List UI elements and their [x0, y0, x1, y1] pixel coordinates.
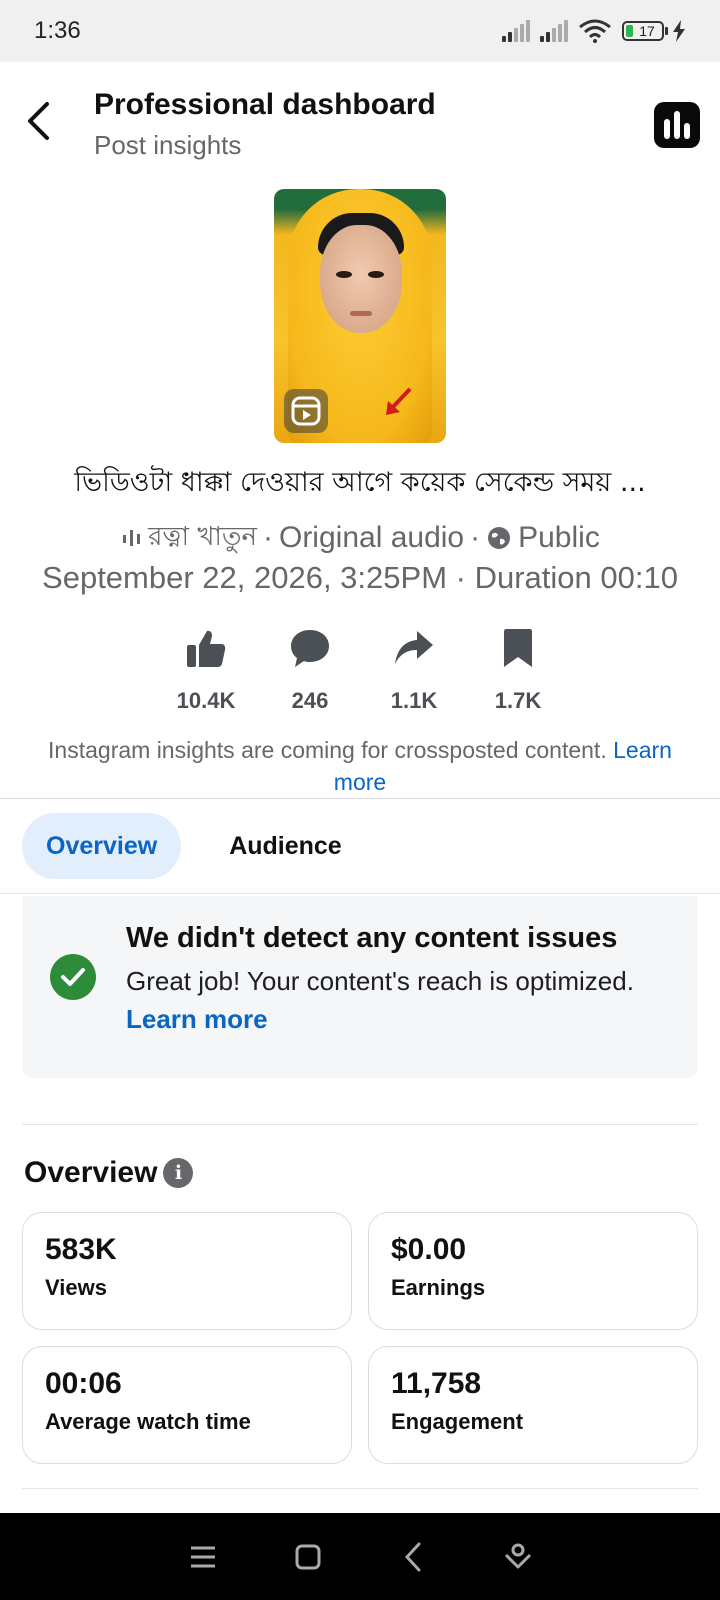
home-square-icon: [295, 1544, 320, 1569]
metric-card-earnings[interactable]: $0.00 Earnings: [368, 1212, 698, 1330]
stat-reactions[interactable]: 10.4K: [162, 624, 250, 720]
stat-comments[interactable]: 246: [266, 624, 354, 720]
app-header: Professional dashboard Post insights: [0, 62, 720, 174]
post-date: September 22, 2026, 3:25PM: [42, 560, 448, 595]
metric-card-engagement[interactable]: 11,758 Engagement: [368, 1346, 698, 1464]
metric-value: $0.00: [391, 1233, 467, 1266]
charging-icon: [673, 20, 685, 42]
post-date-line: September 22, 2026, 3:25PM · Duration 00…: [42, 560, 678, 595]
issues-body: Great job! Your content's reach is optim…: [126, 962, 666, 1038]
stat-saves[interactable]: 1.7K: [474, 624, 562, 720]
assistant-button[interactable]: [488, 1527, 548, 1587]
stat-value: 10.4K: [176, 688, 236, 713]
share-icon: [395, 631, 433, 664]
metric-card-watch-time[interactable]: 00:06 Average watch time: [22, 1346, 352, 1464]
metric-label: Average watch time: [45, 1409, 251, 1434]
post-duration: Duration 00:10: [474, 560, 678, 595]
metric-label: Engagement: [391, 1409, 524, 1434]
post-caption: ভিডিওটা ধাক্কা দেওয়ার আগে কয়েক সেকেন্ড…: [74, 467, 646, 498]
content-issues-card: We didn't detect any content issues Grea…: [22, 896, 698, 1078]
notice-text: Instagram insights are coming for crossp…: [48, 737, 607, 763]
chevron-left-icon: [28, 102, 49, 140]
signal-icon: [502, 20, 530, 42]
comment-icon: [291, 630, 329, 667]
nav-back-button[interactable]: [383, 1527, 443, 1587]
tab-bar: Overview Audience: [22, 813, 366, 879]
post-meta: রত্না খাতুন · Original audio · Public: [0, 516, 720, 560]
stat-value: 1.1K: [390, 688, 438, 713]
battery-level: 17: [639, 23, 655, 39]
back-arrow-icon: [404, 1542, 420, 1571]
metric-label: Views: [45, 1275, 107, 1300]
system-nav-bar: [0, 1513, 720, 1600]
post-thumbnail[interactable]: [274, 189, 446, 443]
signal-icon-2: [540, 20, 568, 42]
status-icons: 17: [502, 19, 686, 43]
crosspost-notice: Instagram insights are coming for crossp…: [20, 734, 700, 798]
audio-wave-icon: [123, 530, 141, 546]
page-title: Professional dashboard: [94, 88, 436, 121]
status-bar: 1:36 17: [0, 0, 720, 62]
audio-label[interactable]: Original audio: [279, 521, 464, 555]
divider: [22, 1124, 698, 1125]
battery-icon: 17: [622, 20, 686, 42]
metric-label: Earnings: [391, 1275, 486, 1300]
check-circle-icon: [50, 954, 96, 1000]
status-time: 1:36: [34, 17, 81, 44]
stat-value: 246: [291, 688, 329, 713]
issues-learn-more-link[interactable]: Learn more: [126, 1004, 268, 1034]
issues-body-text: Great job! Your content's reach is optim…: [126, 966, 634, 996]
metric-card-views[interactable]: 583K Views: [22, 1212, 352, 1330]
tab-overview[interactable]: Overview: [22, 813, 182, 879]
globe-icon: [488, 527, 511, 549]
bookmark-icon: [504, 629, 532, 667]
audio-author[interactable]: রত্না খাতুন: [148, 516, 257, 560]
metric-value: 00:06: [45, 1367, 122, 1400]
thumbs-up-icon: [187, 630, 226, 667]
tab-audience[interactable]: Audience: [205, 813, 366, 879]
engagement-stats: 10.4K 246 1.1K 1.7K: [162, 624, 562, 720]
reel-icon: [284, 389, 328, 433]
menu-icon: [190, 1546, 215, 1567]
overview-heading: Overview i: [24, 1156, 194, 1190]
stat-shares[interactable]: 1.1K: [370, 624, 458, 720]
arrow-icon: [386, 387, 412, 415]
issues-title: We didn't detect any content issues: [126, 922, 618, 954]
insights-button[interactable]: [654, 102, 700, 148]
divider: [0, 893, 720, 894]
home-button[interactable]: [278, 1527, 338, 1587]
visibility-label: Public: [518, 521, 600, 554]
divider: [0, 798, 720, 799]
metric-value: 11,758: [391, 1367, 482, 1400]
metric-value: 583K: [45, 1233, 117, 1266]
stat-value: 1.7K: [494, 688, 542, 713]
bar-chart-icon: [664, 119, 670, 139]
overview-title: Overview: [24, 1156, 158, 1189]
back-button[interactable]: [18, 96, 58, 146]
menu-button[interactable]: [173, 1527, 233, 1587]
info-icon[interactable]: i: [163, 1158, 194, 1188]
page-subtitle: Post insights: [94, 130, 242, 160]
divider: [22, 1488, 698, 1489]
wifi-icon: [579, 19, 611, 43]
assistant-icon: [504, 1543, 531, 1568]
